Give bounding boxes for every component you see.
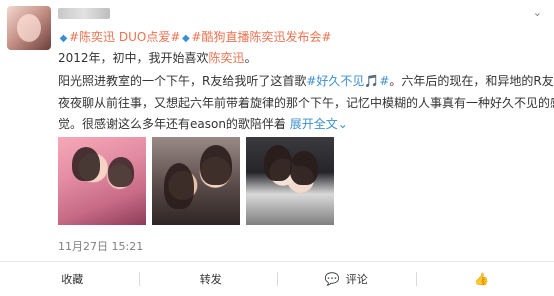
link-icon: ◆	[59, 33, 68, 44]
post-text-line-1: 2012年，初中，我开始喜欢陈奕迅。	[58, 51, 257, 65]
post-text-line-4: 觉。很感谢这么多年还有eason的歌陪伴着 展开全文⌄	[58, 117, 348, 131]
post-text-line-3: 夜夜聊从前往事，又想起六年前带着旋律的那个下午，记忆中模糊的人事真有一种好久不见…	[58, 96, 554, 110]
topic-tags: ◆ #陈奕迅 DUO点爱# ◆ #酷狗直播陈奕迅发布会#	[58, 29, 332, 47]
topic-tag-kugou[interactable]: #酷狗直播陈奕迅发布会#	[191, 30, 331, 44]
weibo-post-card: ⌄ ◆ #陈奕迅 DUO点爱# ◆ #酷狗直播陈奕迅发布会# 2012年，初中，我开始…	[0, 0, 554, 296]
link-icon: ◆	[182, 33, 190, 44]
topic-tag-duo[interactable]: #陈奕迅 DUO点爱#	[69, 30, 180, 44]
hashtag-link[interactable]: #好久不见🎵#	[306, 74, 389, 88]
photo-3[interactable]	[246, 137, 334, 225]
photo-2[interactable]	[152, 137, 240, 225]
username-blurred[interactable]	[58, 8, 110, 19]
action-bar: 收藏 转发 💬 评论 👍	[0, 262, 554, 296]
comment-icon: 💬	[324, 272, 340, 286]
music-note-icon: 🎵	[364, 74, 380, 88]
like-icon: 👍	[474, 272, 490, 286]
post-date[interactable]: 11月27日 15:21	[58, 240, 143, 253]
favorite-button[interactable]: 收藏	[0, 262, 139, 296]
avatar[interactable]	[7, 6, 51, 50]
comment-button[interactable]: 💬 评论	[277, 262, 416, 296]
like-button[interactable]: 👍	[415, 262, 554, 296]
post-meta: 11月27日 15:21	[58, 238, 143, 254]
post-text-line-2: 阳光照进教室的一个下午，R友给我听了这首歌#好久不见🎵#。六年后的现在，和异地的…	[58, 74, 554, 88]
mention-link[interactable]: 陈奕迅	[209, 51, 245, 65]
chevron-down-icon[interactable]: ⌄	[533, 6, 542, 19]
repost-button[interactable]: 转发	[138, 262, 278, 296]
chevron-down-icon: ⌄	[337, 117, 348, 131]
photo-1[interactable]	[58, 137, 146, 225]
expand-full-text-link[interactable]: 展开全文⌄	[290, 117, 348, 131]
